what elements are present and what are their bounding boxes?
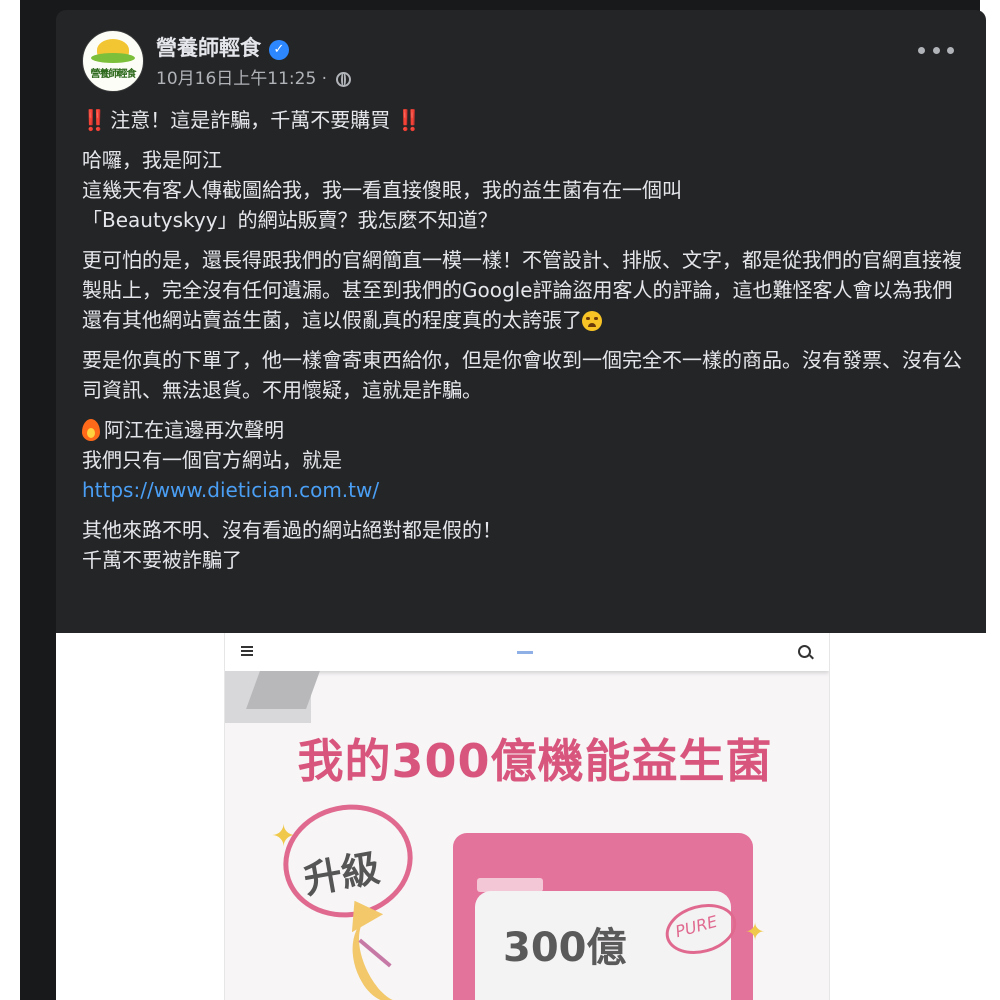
post-paragraph-intro: 哈囉，我是阿江 這幾天有客人傳截圖給我，我一看直接傻眼，我的益生菌有在一個叫 「… [82,145,972,235]
statement-line-1: 阿江在這邊再次聲明 [104,418,284,442]
consequence-text: 要是你真的下單了，他一樣會寄東西給你，但是你會收到一個完全不一樣的商品。沒有發票… [82,348,962,402]
page-name-header[interactable]: 營養師輕食 ✓ [156,32,289,62]
avatar-logo-text: 營養師輕食 [90,69,137,80]
hamburger-menu-icon [241,646,253,656]
avatar-grass-graphic [91,53,135,63]
post-paragraph-closing: 其他來路不明、沒有看過的網站絕對都是假的！ 千萬不要被詐騙了 [82,515,972,575]
page-avatar[interactable]: 營養師輕食 [82,30,144,92]
search-icon [798,645,811,658]
post-text: ‼️ 注意！這是詐騙，千萬不要購買 ‼️ 哈囉，我是阿江 這幾天有客人傳截圖給我… [82,105,972,585]
website-screenshot: 我的300億機能益生菌 ✦ 升級 300億 PURE ✦ [224,633,830,1000]
feed-background: 營養師輕食 營養師輕食 ✓ 10月16日上午11:25 · ‼️ 注意！這是詐騙，… [20,0,986,1000]
product-package: 300億 PURE [453,833,753,1000]
double-exclamation-icon: ‼️ [82,108,107,132]
steaming-face-icon [582,311,602,331]
post-paragraph-statement: 阿江在這邊再次聲明 我們只有一個官方網站，就是 https://www.diet… [82,415,972,505]
sparkle-icon: ✦ [745,918,766,946]
verified-badge-icon: ✓ [269,40,289,60]
more-options-button[interactable] [918,40,954,60]
package-top-label [477,878,543,892]
official-website-link[interactable]: https://www.dietician.com.tw/ [82,478,379,502]
post-paragraph-details: 更可怕的是，還長得跟我們的官網簡直一模一樣！不管設計、排版、文字，都是從我們的官… [82,245,972,335]
closing-line-1: 其他來路不明、沒有看過的網站絕對都是假的！ [82,518,502,542]
globe-icon[interactable] [336,72,352,87]
more-dot-icon [947,46,954,54]
package-number: 300億 [503,925,627,971]
more-dot-icon [918,46,925,54]
page-name[interactable]: 營養師輕食 [156,36,261,60]
post-card: 營養師輕食 營養師輕食 ✓ 10月16日上午11:25 · ‼️ 注意！這是詐騙，… [56,10,986,1000]
post-image[interactable]: 我的300億機能益生菌 ✦ 升級 300億 PURE ✦ [56,633,986,1000]
warning-text: 注意！這是詐騙，千萬不要購買 [110,108,391,132]
intro-line-3: 「Beautyskyy」的網站販賣？我怎麼不知道？ [82,208,498,232]
intro-line-2: 這幾天有客人傳截圖給我，我一看直接傻眼，我的益生菌有在一個叫 [82,178,682,202]
intro-line-1: 哈囉，我是阿江 [82,148,222,172]
details-text: 更可怕的是，還長得跟我們的官網簡直一模一樣！不管設計、排版、文字，都是從我們的官… [82,248,962,332]
post-meta: 10月16日上午11:25 · [156,64,352,89]
post-timestamp[interactable]: 10月16日上午11:25 · [156,69,327,89]
site-header-bar [225,633,829,671]
more-dot-icon [932,46,940,54]
fire-icon [82,419,100,441]
post-paragraph-warning: ‼️ 注意！這是詐騙，千萬不要購買 ‼️ [82,105,972,135]
statement-line-2: 我們只有一個官方網站，就是 [82,448,342,472]
promo-headline: 我的300億機能益生菌 [297,734,773,788]
site-logo [517,651,533,654]
double-exclamation-icon: ‼️ [396,108,422,132]
post-paragraph-consequence: 要是你真的下單了，他一樣會寄東西給你，但是你會收到一個完全不一樣的商品。沒有發票… [82,345,972,405]
closing-line-2: 千萬不要被詐騙了 [82,548,242,572]
